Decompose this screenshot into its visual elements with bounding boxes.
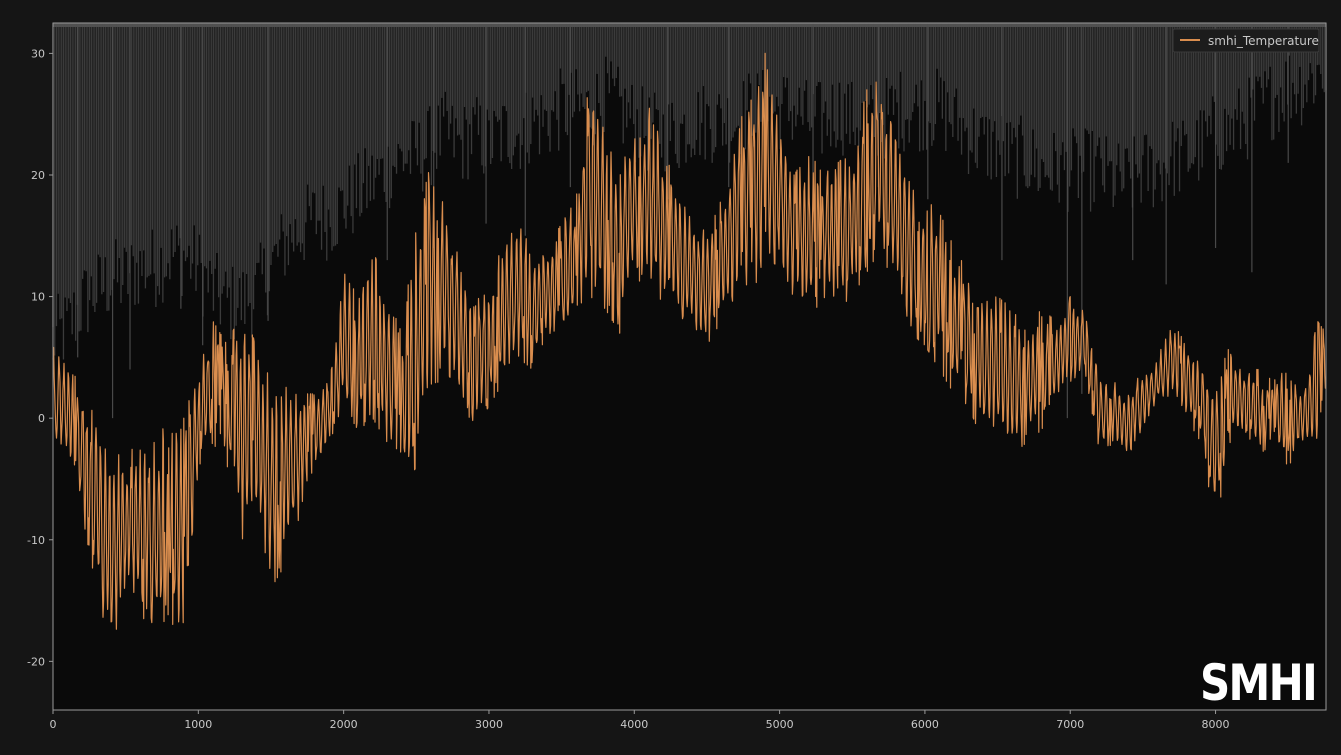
x-tick-label: 4000 xyxy=(620,718,648,731)
smhi-logo: SMHI xyxy=(1200,654,1318,712)
legend-label: smhi_Temperature xyxy=(1208,34,1319,48)
legend: smhi_Temperature xyxy=(1172,28,1320,53)
y-tick-label: 0 xyxy=(38,412,45,425)
x-tick-label: 1000 xyxy=(184,718,212,731)
y-tick-label: 20 xyxy=(31,169,45,182)
x-tick-label: 3000 xyxy=(475,718,503,731)
svg-text:SMHI: SMHI xyxy=(1200,654,1316,712)
x-axis: 0 1000 2000 3000 4000 5000 6000 7000 8000 xyxy=(50,710,1230,731)
y-tick-label: -10 xyxy=(27,534,45,547)
y-tick-label: 30 xyxy=(31,47,45,60)
y-tick-label: 10 xyxy=(31,291,45,304)
x-tick-label: 0 xyxy=(50,718,57,731)
x-tick-label: 2000 xyxy=(330,718,358,731)
y-axis: -20 -10 0 10 20 30 xyxy=(27,47,53,668)
x-tick-label: 7000 xyxy=(1056,718,1084,731)
y-tick-label: -20 xyxy=(27,655,45,668)
x-tick-label: 6000 xyxy=(911,718,939,731)
chart: 0 1000 2000 3000 4000 5000 6000 7000 8000 -20 -10… xyxy=(27,22,1327,731)
x-tick-label: 5000 xyxy=(766,718,794,731)
x-tick-label: 8000 xyxy=(1202,718,1230,731)
